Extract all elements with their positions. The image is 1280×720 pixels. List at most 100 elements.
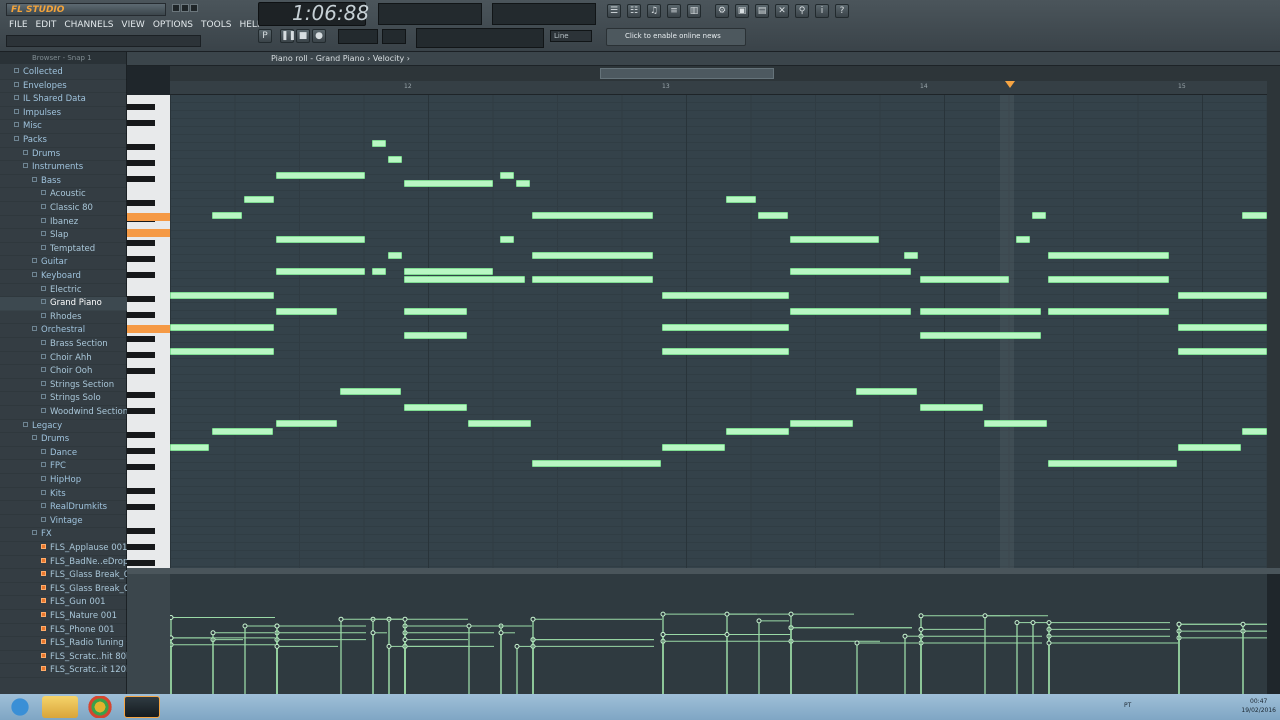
- note[interactable]: [244, 196, 274, 203]
- browser-item[interactable]: Vintage: [0, 515, 127, 529]
- note[interactable]: [276, 236, 365, 243]
- start-button-icon[interactable]: [2, 696, 38, 718]
- velocity-handle[interactable]: [918, 626, 924, 632]
- black-key[interactable]: [127, 200, 155, 206]
- note[interactable]: [170, 444, 209, 451]
- playhead-marker-icon[interactable]: [1005, 81, 1015, 89]
- black-key[interactable]: [127, 352, 155, 358]
- black-key[interactable]: [127, 336, 155, 342]
- note[interactable]: [340, 388, 401, 395]
- note[interactable]: [984, 420, 1047, 427]
- note[interactable]: [276, 268, 365, 275]
- browser-item[interactable]: Kits: [0, 488, 127, 502]
- note[interactable]: [500, 236, 514, 243]
- velocity-handle[interactable]: [1046, 620, 1052, 626]
- black-key[interactable]: [127, 504, 155, 510]
- black-key[interactable]: [127, 104, 155, 110]
- browser-item[interactable]: Strings Section: [0, 379, 127, 393]
- record-button[interactable]: ●: [312, 29, 326, 43]
- note-grid[interactable]: [170, 95, 1267, 568]
- black-key[interactable]: [127, 432, 155, 438]
- note[interactable]: [1242, 212, 1267, 219]
- note[interactable]: [920, 332, 1041, 339]
- horizontal-scrollbar[interactable]: [170, 66, 1267, 81]
- note[interactable]: [1048, 460, 1177, 467]
- note[interactable]: [388, 156, 402, 163]
- velocity-handle[interactable]: [982, 613, 988, 619]
- browser-item[interactable]: Bass: [0, 175, 127, 189]
- note[interactable]: [1032, 212, 1046, 219]
- black-key[interactable]: [127, 272, 155, 278]
- browser-item[interactable]: Drums: [0, 433, 127, 447]
- browser-item[interactable]: Strings Solo: [0, 392, 127, 406]
- note[interactable]: [1048, 252, 1169, 259]
- browser-item[interactable]: Dance: [0, 447, 127, 461]
- velocity-handle[interactable]: [370, 630, 376, 636]
- black-key[interactable]: [127, 448, 155, 454]
- browser-item[interactable]: HipHop: [0, 474, 127, 488]
- black-key[interactable]: [127, 312, 155, 318]
- browser-item[interactable]: RealDrumkits: [0, 501, 127, 515]
- velocity-handle[interactable]: [402, 637, 408, 643]
- velocity-handle[interactable]: [242, 623, 248, 629]
- browser-item[interactable]: FLS_Scratc..hit 80bpm: [0, 651, 145, 665]
- stop-button[interactable]: ■: [296, 29, 310, 43]
- velocity-handle[interactable]: [724, 611, 730, 617]
- velocity-handle[interactable]: [1014, 620, 1020, 626]
- velocity-handle[interactable]: [514, 643, 520, 649]
- browser-item[interactable]: Misc: [0, 120, 127, 134]
- language-indicator[interactable]: PT: [1124, 702, 1131, 709]
- menu-item[interactable]: TOOLS: [198, 18, 234, 32]
- note[interactable]: [1048, 308, 1169, 315]
- browser-item[interactable]: Slap: [0, 229, 127, 243]
- browser-item[interactable]: Envelopes: [0, 80, 127, 94]
- browser-item[interactable]: FLS_Glass Break_02: [0, 583, 135, 597]
- note[interactable]: [212, 428, 273, 435]
- scroll-thumb[interactable]: [600, 68, 774, 79]
- note[interactable]: [388, 252, 402, 259]
- note[interactable]: [372, 268, 386, 275]
- browser-item[interactable]: FLS_Gun 001: [0, 596, 127, 610]
- note[interactable]: [856, 388, 917, 395]
- note[interactable]: [372, 140, 386, 147]
- black-key[interactable]: [127, 368, 155, 374]
- velocity-handle[interactable]: [338, 616, 344, 622]
- highlighted-key[interactable]: [127, 213, 170, 221]
- black-key[interactable]: [127, 160, 155, 166]
- browser-item[interactable]: FLS_Scratc..it 120bpm: [0, 664, 145, 678]
- browser-item[interactable]: FLS_Phone 001: [0, 624, 127, 638]
- piano-keyboard[interactable]: [127, 95, 170, 568]
- plugin-icon[interactable]: ⚙: [715, 4, 729, 18]
- highlighted-key[interactable]: [127, 325, 170, 333]
- browser-item[interactable]: Choir Ahh: [0, 352, 127, 366]
- velocity-handle[interactable]: [386, 643, 392, 649]
- note[interactable]: [790, 420, 853, 427]
- piano-roll-icon[interactable]: ♫: [647, 4, 661, 18]
- browser-item[interactable]: Rhodes: [0, 311, 127, 325]
- velocity-handle[interactable]: [1046, 640, 1052, 646]
- close-button[interactable]: [190, 4, 198, 12]
- pause-button[interactable]: ❚❚: [280, 29, 296, 43]
- velocity-handle[interactable]: [274, 643, 280, 649]
- black-key[interactable]: [127, 464, 155, 470]
- note[interactable]: [532, 460, 661, 467]
- note[interactable]: [662, 292, 789, 299]
- browser-item[interactable]: IL Shared Data: [0, 93, 127, 107]
- note[interactable]: [1016, 236, 1030, 243]
- browser-item[interactable]: FLS_BadNe..eDrop_02: [0, 556, 143, 570]
- black-key[interactable]: [127, 528, 155, 534]
- browser-item[interactable]: Brass Section: [0, 338, 127, 352]
- help-icon[interactable]: ?: [835, 4, 849, 18]
- velocity-handle[interactable]: [498, 630, 504, 636]
- note[interactable]: [276, 420, 337, 427]
- browser-item[interactable]: Packs: [0, 134, 127, 148]
- note[interactable]: [662, 348, 789, 355]
- velocity-handle[interactable]: [660, 632, 666, 637]
- note[interactable]: [404, 268, 493, 275]
- vertical-scrollbar[interactable]: [1267, 66, 1280, 568]
- pattern-display[interactable]: [382, 29, 406, 44]
- note[interactable]: [404, 308, 467, 315]
- note[interactable]: [662, 444, 725, 451]
- velocity-handle[interactable]: [274, 623, 280, 629]
- menu-item[interactable]: OPTIONS: [150, 18, 196, 32]
